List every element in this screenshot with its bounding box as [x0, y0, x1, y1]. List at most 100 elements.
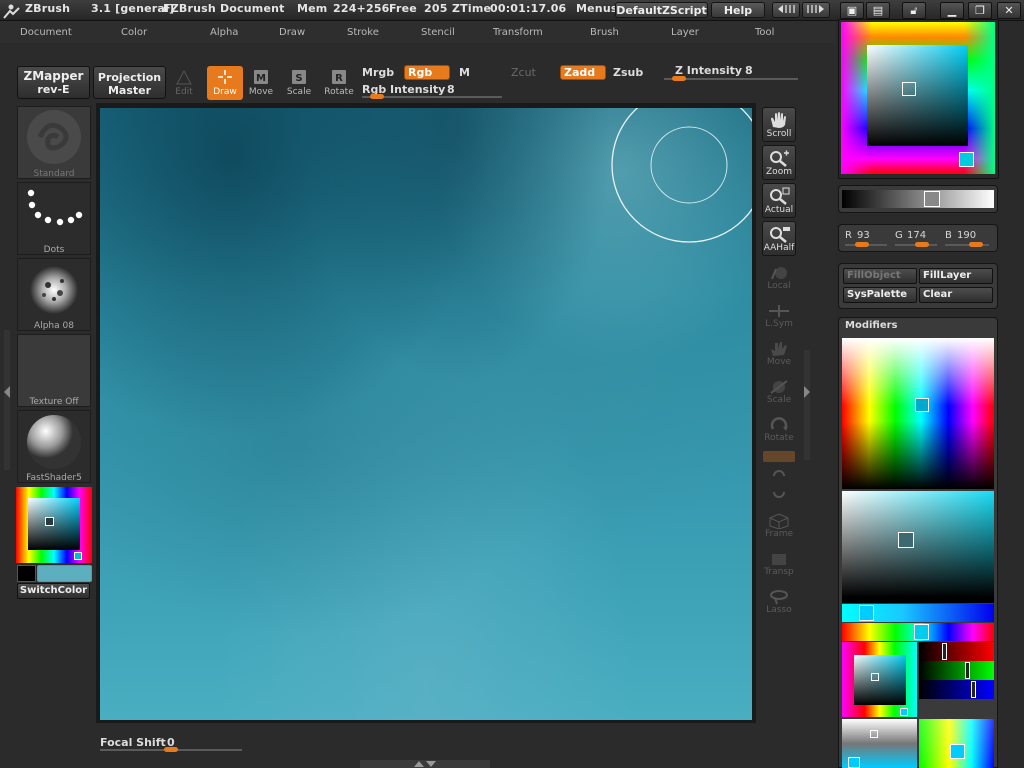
layout-icon-1[interactable]: ▣ [840, 2, 864, 19]
mini-square-2-cursor[interactable] [871, 673, 879, 681]
tone-square[interactable] [842, 491, 994, 603]
menu-stencil[interactable]: Stencil [421, 27, 455, 38]
mini-square-2[interactable] [854, 655, 906, 705]
xyz-toggle[interactable] [763, 451, 795, 462]
b-slider[interactable]: B 190 [943, 228, 993, 248]
brush-standard-slot[interactable]: Standard [17, 106, 91, 179]
actual-button[interactable]: Actual [762, 183, 796, 218]
green-bar-cursor[interactable] [965, 662, 970, 679]
lasso-button[interactable]: Lasso [762, 586, 796, 621]
spectrum-cursor[interactable] [915, 398, 929, 412]
blue-bar-cursor[interactable] [971, 681, 976, 698]
mini-hue-2-cursor[interactable] [900, 708, 908, 716]
menu-document[interactable]: Document [20, 27, 72, 38]
material-slot[interactable]: FastShader5 [17, 410, 91, 483]
main-color-swatch[interactable] [37, 565, 92, 582]
projection-master-button[interactable]: Projection Master [93, 66, 166, 99]
red-bar[interactable] [919, 642, 994, 661]
secondary-color-swatch[interactable] [17, 565, 36, 582]
mrgb-toggle[interactable]: Mrgb [362, 66, 394, 79]
aahalf-button[interactable]: AAHalf [762, 221, 796, 256]
edit-button[interactable]: Edit [166, 66, 202, 100]
value-picker-hue-cursor[interactable] [848, 757, 860, 768]
left-tray-handle[interactable] [4, 330, 10, 470]
spectrum-picker[interactable] [842, 338, 994, 489]
rotate-axis-icons[interactable] [770, 468, 788, 502]
z-intensity-knob[interactable] [672, 76, 686, 81]
b-knob[interactable] [969, 242, 983, 247]
lock-icon[interactable]: 🔓︎ [902, 2, 926, 19]
zcut-toggle[interactable]: Zcut [511, 66, 536, 79]
sys-palette-button[interactable]: SysPalette [843, 287, 917, 303]
restore-icon[interactable]: ❐ [968, 2, 992, 19]
frame-button[interactable]: Frame [762, 510, 796, 545]
shelf-right-button[interactable] [802, 2, 830, 18]
grayscale-bar[interactable] [842, 190, 994, 208]
tone-cursor[interactable] [898, 532, 914, 548]
move-view-button[interactable]: Move [762, 338, 796, 373]
transp-button[interactable]: Transp [762, 548, 796, 583]
fill-layer-button[interactable]: FillLayer [919, 268, 993, 284]
zsub-toggle[interactable]: Zsub [613, 66, 643, 79]
value-picker-cursor[interactable] [870, 730, 878, 738]
mini-color-cursor[interactable] [45, 517, 54, 526]
z-intensity-slider[interactable]: Z Intensity 8 [664, 64, 798, 82]
r-knob[interactable] [855, 242, 869, 247]
r-slider[interactable]: R 93 [843, 228, 891, 248]
mini-color-square[interactable] [28, 498, 80, 550]
focal-shift-knob[interactable] [164, 747, 178, 752]
close-icon[interactable]: ✕ [997, 2, 1021, 19]
menu-draw[interactable]: Draw [279, 27, 305, 38]
g-knob[interactable] [915, 242, 929, 247]
alpha-slot[interactable]: Alpha 08 [17, 258, 91, 331]
zmapper-button[interactable]: ZMapper rev-E [17, 66, 90, 99]
menu-stroke[interactable]: Stroke [347, 27, 379, 38]
scale-button[interactable]: S Scale [281, 66, 317, 100]
layout-icon-2[interactable]: ▤ [866, 2, 890, 19]
mini-hue-cursor[interactable] [74, 552, 82, 560]
right-tray-arrow-icon[interactable] [803, 385, 811, 399]
m-toggle[interactable]: M [459, 66, 470, 79]
lsym-button[interactable]: L.Sym [762, 300, 796, 335]
rgb-toggle[interactable]: Rgb [404, 65, 450, 80]
minimize-icon[interactable]: ▁ [940, 2, 964, 19]
menus-toggle[interactable]: Menus [576, 2, 618, 15]
red-bar-cursor[interactable] [942, 643, 947, 660]
zadd-toggle[interactable]: Zadd [560, 65, 606, 80]
saturation-value-square[interactable] [867, 45, 968, 146]
menu-brush[interactable]: Brush [590, 27, 619, 38]
blue-bar[interactable] [919, 680, 994, 699]
hue-strip-cursor[interactable] [914, 624, 929, 640]
spectrum-bottom-cursor[interactable] [950, 744, 965, 759]
texture-slot[interactable]: Texture Off [17, 334, 91, 407]
zoom-button[interactable]: Zoom [762, 145, 796, 180]
bottom-tray-arrows-icon[interactable] [413, 758, 437, 768]
scale-view-button[interactable]: Scale [762, 376, 796, 411]
menu-alpha[interactable]: Alpha [210, 27, 238, 38]
rgb-intensity-knob[interactable] [370, 94, 384, 99]
scroll-button[interactable]: Scroll [762, 107, 796, 142]
right-tray-handle[interactable] [804, 350, 810, 460]
move-button[interactable]: M Move [243, 66, 279, 100]
help-button[interactable]: Help [711, 2, 765, 18]
green-bar[interactable] [919, 661, 994, 680]
sv-cursor[interactable] [902, 82, 916, 96]
stroke-dots-slot[interactable]: Dots [17, 182, 91, 255]
default-zscript-button[interactable]: DefaultZScript [615, 2, 708, 18]
shelf-left-button[interactable] [772, 2, 800, 18]
modifiers-title[interactable]: Modifiers [845, 320, 898, 331]
cyan-strip-cursor[interactable] [859, 605, 874, 621]
left-tray-arrow-icon[interactable] [3, 385, 11, 399]
switch-color-button[interactable]: SwitchColor [17, 583, 90, 599]
fill-object-button[interactable]: FillObject [843, 268, 917, 284]
rgb-intensity-slider[interactable]: Rgb Intensity 8 [362, 82, 502, 100]
document-canvas[interactable] [100, 108, 752, 720]
local-button[interactable]: Local [762, 262, 796, 297]
menu-transform[interactable]: Transform [493, 27, 543, 38]
hue-cursor[interactable] [959, 152, 974, 167]
rotate-view-button[interactable]: Rotate [762, 414, 796, 449]
rotate-button[interactable]: R Rotate [321, 66, 357, 100]
g-slider[interactable]: G 174 [893, 228, 941, 248]
draw-button[interactable]: Draw [207, 66, 243, 100]
focal-shift-slider[interactable]: Focal Shift 0 [96, 730, 246, 752]
